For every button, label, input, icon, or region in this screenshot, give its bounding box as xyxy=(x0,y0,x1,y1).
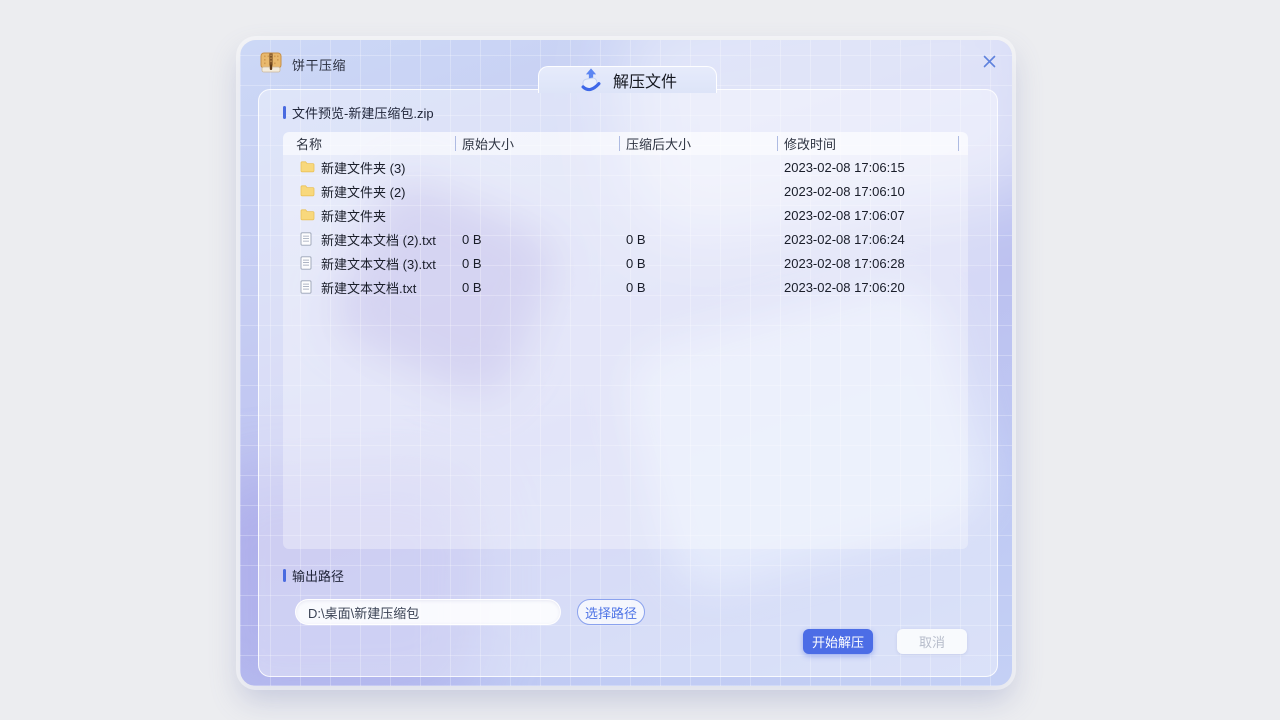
original-size-value: 0 B xyxy=(455,280,619,295)
folder-icon xyxy=(300,184,315,198)
column-header-modified-time[interactable]: 修改时间 xyxy=(777,132,958,155)
table-row[interactable]: 新建文件夹 (3) 2023-02-08 17:06:15 xyxy=(283,155,968,179)
table-row[interactable]: 新建文本文档.txt 0 B 0 B 2023-02-08 17:06:20 xyxy=(283,275,968,299)
compressed-size-value: 0 B xyxy=(619,256,777,271)
modified-time-value: 2023-02-08 17:06:15 xyxy=(777,160,958,175)
file-preview-section-title: 文件预览-新建压缩包.zip xyxy=(283,103,434,122)
accent-bar xyxy=(283,106,286,119)
modified-time-value: 2023-02-08 17:06:24 xyxy=(777,232,958,247)
modified-time-value: 2023-02-08 17:06:28 xyxy=(777,256,958,271)
original-size-value: 0 B xyxy=(455,232,619,247)
compressed-size-value: 0 B xyxy=(619,232,777,247)
file-name: 新建文件夹 xyxy=(321,206,386,225)
tab-extract-files[interactable]: 解压文件 xyxy=(538,66,717,93)
modified-time-value: 2023-02-08 17:06:20 xyxy=(777,280,958,295)
table-row[interactable]: 新建文本文档 (2).txt 0 B 0 B 2023-02-08 17:06:… xyxy=(283,227,968,251)
column-header-name[interactable]: 名称 xyxy=(283,132,455,155)
output-path-section-title: 输出路径 xyxy=(283,566,344,585)
output-path-title: 输出路径 xyxy=(292,566,344,585)
output-path-input[interactable] xyxy=(295,599,561,625)
file-name: 新建文件夹 (2) xyxy=(321,182,406,201)
column-header-compressed-size[interactable]: 压缩后大小 xyxy=(619,132,777,155)
window-title: 饼干压缩 xyxy=(292,55,346,74)
choose-path-button[interactable]: 选择路径 xyxy=(577,599,645,625)
extract-icon xyxy=(578,67,604,93)
close-icon[interactable] xyxy=(979,51,999,71)
file-icon xyxy=(300,280,315,294)
file-name: 新建文本文档 (2).txt xyxy=(321,230,436,249)
table-row[interactable]: 新建文本文档 (3).txt 0 B 0 B 2023-02-08 17:06:… xyxy=(283,251,968,275)
table-header-row: 名称 原始大小 压缩后大小 修改时间 xyxy=(283,132,968,155)
app-window: 饼干压缩 解压文件 文件预览-新建压缩包.zip 名称 原始 xyxy=(240,40,1012,686)
archive-file-table: 名称 原始大小 压缩后大小 修改时间 新建文件 xyxy=(283,132,968,549)
app-logo-cookie-zip-icon xyxy=(257,49,285,77)
modified-time-value: 2023-02-08 17:06:07 xyxy=(777,208,958,223)
content-panel: 文件预览-新建压缩包.zip 名称 原始大小 压缩后大小 修改时间 xyxy=(258,89,998,677)
folder-icon xyxy=(300,208,315,222)
file-preview-title: 文件预览-新建压缩包.zip xyxy=(292,103,434,122)
compressed-size-value: 0 B xyxy=(619,280,777,295)
table-row[interactable]: 新建文件夹 2023-02-08 17:06:07 xyxy=(283,203,968,227)
file-icon xyxy=(300,256,315,270)
start-extract-button[interactable]: 开始解压 xyxy=(803,629,873,654)
accent-bar xyxy=(283,569,286,582)
cancel-button[interactable]: 取消 xyxy=(897,629,967,654)
column-header-gutter xyxy=(958,132,968,155)
file-name: 新建文本文档 (3).txt xyxy=(321,254,436,273)
tab-extract-label: 解压文件 xyxy=(613,68,677,92)
table-row[interactable]: 新建文件夹 (2) 2023-02-08 17:06:10 xyxy=(283,179,968,203)
file-name: 新建文本文档.txt xyxy=(321,278,416,297)
file-name: 新建文件夹 (3) xyxy=(321,158,406,177)
original-size-value: 0 B xyxy=(455,256,619,271)
table-body: 新建文件夹 (3) 2023-02-08 17:06:15 新建文件夹 (2) xyxy=(283,155,968,299)
file-icon xyxy=(300,232,315,246)
modified-time-value: 2023-02-08 17:06:10 xyxy=(777,184,958,199)
folder-icon xyxy=(300,160,315,174)
column-header-original-size[interactable]: 原始大小 xyxy=(455,132,619,155)
